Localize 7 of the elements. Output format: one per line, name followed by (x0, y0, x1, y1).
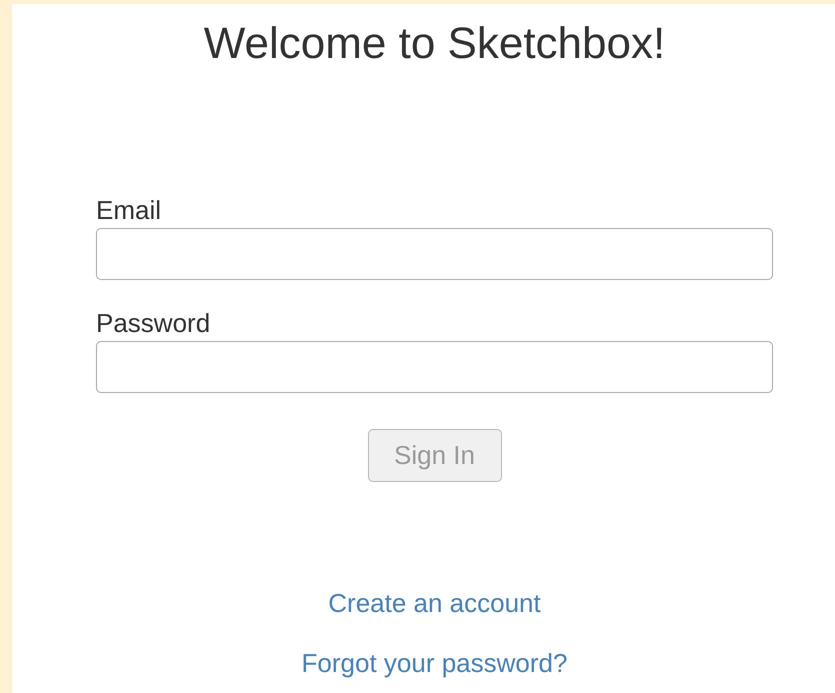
link[interactable]: Forgot your password? (302, 648, 568, 678)
link[interactable]: Create an account (328, 588, 541, 618)
field-label: Password (96, 308, 210, 338)
welcome-title: Welcome to Sketchbox! (204, 18, 666, 70)
input-field[interactable] (96, 228, 773, 280)
field-label: Email (96, 195, 162, 225)
input-field[interactable] (96, 341, 773, 393)
